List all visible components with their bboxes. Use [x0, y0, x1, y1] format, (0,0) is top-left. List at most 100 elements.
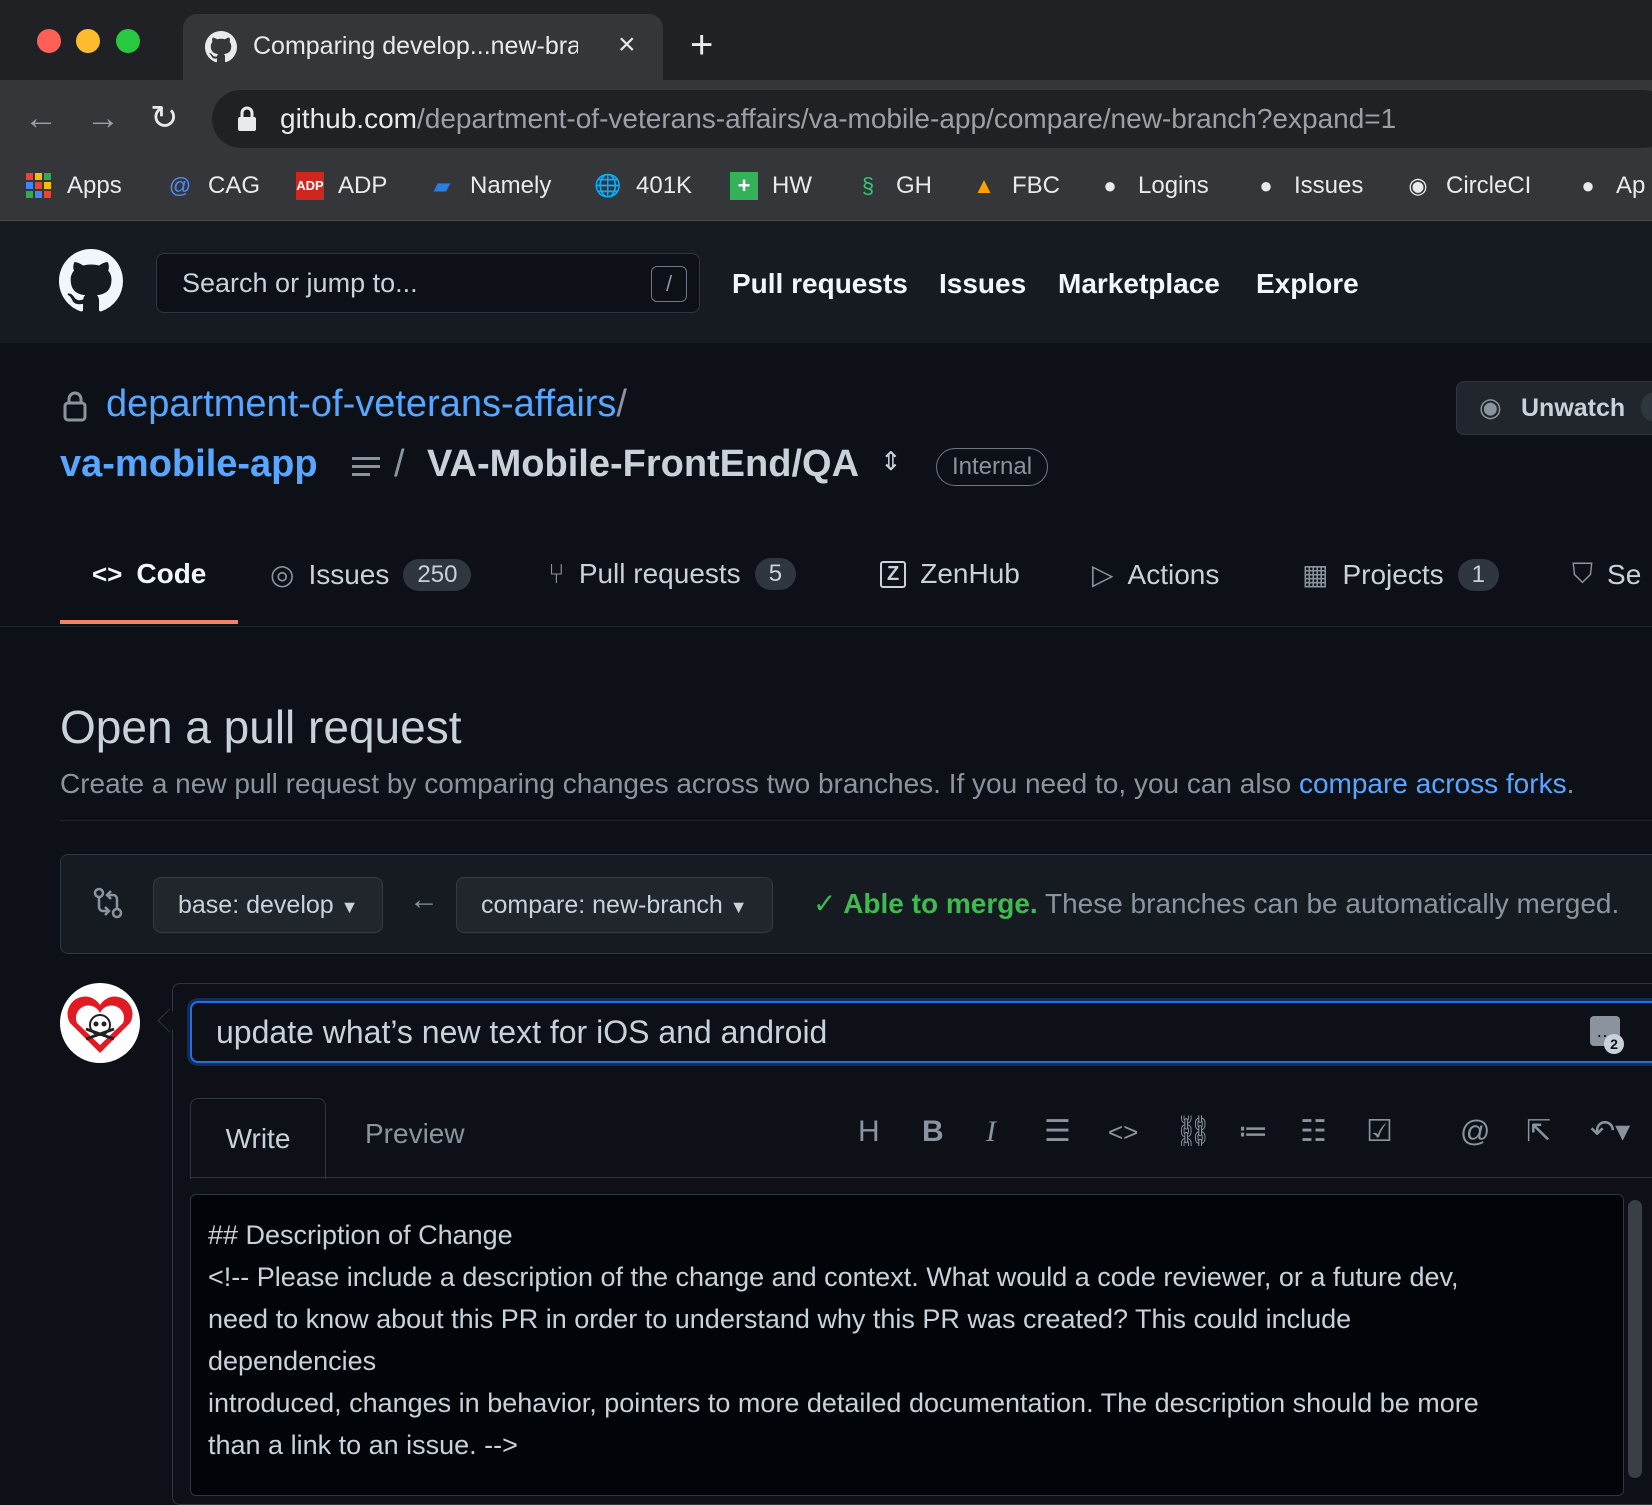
maximize-window-button[interactable]	[116, 29, 140, 53]
projects-counter: 1	[1457, 558, 1499, 591]
bookmark-fbc[interactable]: ▲ FBC	[970, 172, 1060, 200]
bookmark-namely[interactable]: ▰ Namely	[428, 172, 552, 200]
repo-owner-name: department-of-veterans-affairs	[106, 383, 617, 425]
url-host: github.com	[280, 103, 417, 134]
merge-status-ok: Able to merge.	[843, 888, 1038, 919]
github-logo-icon[interactable]	[59, 249, 123, 313]
browser-tab[interactable]: Comparing develop...new-branch ×	[183, 14, 663, 80]
git-compare-icon	[93, 887, 123, 919]
bookmark-apps[interactable]: Apps	[25, 172, 122, 200]
bookmarks-bar: Apps @ CAG ADP ADP ▰ Namely 🌐 401K + HW …	[0, 158, 1652, 221]
close-tab-icon[interactable]: ×	[618, 28, 636, 62]
bookmark-issues[interactable]: ● Issues	[1252, 172, 1363, 200]
shield-icon: ⛉	[1572, 558, 1594, 589]
issue-opened-icon: ◎	[270, 559, 295, 590]
repo-name-link[interactable]: va-mobile-app	[60, 443, 318, 486]
bookmark-gh[interactable]: § GH	[854, 172, 932, 200]
back-arrow-icon[interactable]: ←	[24, 98, 58, 138]
github-icon: ●	[1581, 173, 1595, 198]
compare-branch-button[interactable]: compare: new-branch ▼	[456, 877, 773, 933]
branch-selector[interactable]: VA-Mobile-FrontEnd/QA	[427, 443, 859, 486]
compare-across-forks-link[interactable]: compare across forks	[1299, 768, 1567, 799]
pr-title-input[interactable]	[190, 1001, 1652, 1063]
firebase-icon: ▲	[973, 173, 995, 198]
repo-tabs: <> Code ◎ Issues 250 ⑂ Pull requests 5 Z…	[0, 530, 1652, 627]
link-icon[interactable]: ⛓	[1174, 1112, 1212, 1152]
bookmark-label: Apps	[67, 172, 122, 199]
base-branch-button[interactable]: base: develop ▼	[153, 877, 384, 933]
pr-body-line: <!-- Please include a description of the…	[208, 1262, 1459, 1292]
bookmark-label: Issues	[1294, 172, 1364, 199]
nav-explore[interactable]: Explore	[1256, 268, 1359, 300]
merge-status: ✓ Able to merge. These branches can be a…	[813, 887, 1619, 920]
bookmark-label: GH	[896, 172, 932, 199]
address-bar[interactable]: github.com/department-of-veterans-affair…	[212, 90, 1652, 148]
code-icon[interactable]: <>	[1108, 1112, 1138, 1152]
tab-write[interactable]: Write	[190, 1098, 326, 1179]
code-icon: <>	[92, 558, 123, 589]
textarea-scrollbar[interactable]	[1628, 1200, 1642, 1478]
tab-pull-requests[interactable]: ⑂ Pull requests 5	[548, 558, 797, 590]
quote-icon[interactable]: ☰	[1044, 1112, 1071, 1152]
bookmark-label: FBC	[1012, 172, 1060, 199]
saved-replies-badge: 2	[1604, 1034, 1624, 1054]
minimize-window-button[interactable]	[76, 29, 100, 53]
github-favicon-icon	[205, 31, 237, 63]
check-icon: ✓	[813, 888, 844, 919]
nav-pull-requests[interactable]: Pull requests	[732, 268, 908, 300]
tab-actions[interactable]: ▷ Actions	[1092, 558, 1219, 591]
close-window-button[interactable]	[37, 29, 61, 53]
nav-marketplace[interactable]: Marketplace	[1058, 268, 1220, 300]
tab-zenhub[interactable]: Z ZenHub	[880, 558, 1020, 590]
repo-owner-link[interactable]: department-of-veterans-affairs/	[106, 383, 627, 426]
globe-icon: 🌐	[594, 173, 622, 198]
bookmark-circleci[interactable]: ◉ CircleCI	[1404, 172, 1531, 200]
branch-menu-icon[interactable]	[352, 456, 380, 478]
bold-icon[interactable]: B	[922, 1112, 944, 1152]
search-input[interactable]: Search or jump to... /	[156, 253, 700, 313]
tab-label: Issues	[308, 558, 390, 590]
tab-label: Se	[1607, 558, 1642, 590]
italic-icon[interactable]: I	[986, 1112, 996, 1152]
pull-requests-counter: 5	[754, 558, 797, 590]
avatar[interactable]	[60, 983, 140, 1063]
mention-icon[interactable]: @	[1460, 1112, 1490, 1152]
search-placeholder: Search or jump to...	[182, 268, 418, 298]
cross-reference-icon[interactable]: ⇱	[1526, 1112, 1551, 1152]
reply-icon[interactable]: ↶▾	[1590, 1112, 1630, 1152]
pr-body-line: than a link to an issue. -->	[208, 1430, 518, 1460]
tab-projects[interactable]: ▦ Projects 1	[1302, 558, 1499, 591]
tab-code[interactable]: <> Code	[92, 558, 206, 590]
gh-icon: §	[861, 173, 875, 198]
caret-down-icon: ▼	[729, 897, 748, 917]
task-list-icon[interactable]: ☑	[1366, 1112, 1393, 1152]
pr-body-line: need to know about this PR in order to u…	[208, 1304, 1352, 1334]
reload-icon[interactable]: ↻	[150, 98, 179, 138]
bookmark-401k[interactable]: 🌐 401K	[594, 172, 692, 200]
tab-issues[interactable]: ◎ Issues 250	[270, 558, 472, 591]
pr-body-line: ## Description of Change	[208, 1220, 513, 1250]
bookmark-ap[interactable]: ● Ap	[1574, 172, 1645, 200]
tab-security[interactable]: ⛉ Se	[1572, 558, 1641, 591]
new-tab-button[interactable]: +	[690, 25, 713, 65]
bookmark-logins[interactable]: ● Logins	[1096, 172, 1208, 200]
tab-label: Pull requests	[578, 558, 741, 589]
unwatch-button[interactable]: ◉ Unwatch 8	[1456, 381, 1652, 435]
path-separator: /	[616, 383, 627, 425]
unordered-list-icon[interactable]: ≔	[1238, 1112, 1268, 1152]
page-subtitle: Create a new pull request by comparing c…	[60, 768, 1574, 800]
bookmark-cag[interactable]: @ CAG	[166, 172, 260, 200]
bookmark-hw[interactable]: + HW	[730, 172, 812, 200]
project-table-icon: ▦	[1302, 559, 1329, 590]
tab-preview[interactable]: Preview	[365, 1118, 465, 1150]
ordered-list-icon[interactable]: ☷	[1300, 1112, 1327, 1152]
nav-issues[interactable]: Issues	[939, 268, 1026, 300]
visibility-badge: Internal	[936, 448, 1049, 486]
caret-down-icon: ▼	[340, 897, 359, 917]
unfold-icon[interactable]: ⇕	[880, 446, 902, 477]
pr-body-line: dependencies	[208, 1346, 377, 1376]
left-arrow-icon: ←	[409, 883, 439, 916]
bookmark-adp[interactable]: ADP ADP	[296, 172, 387, 200]
heading-icon[interactable]: H	[858, 1112, 880, 1152]
forward-arrow-icon[interactable]: →	[86, 98, 120, 138]
